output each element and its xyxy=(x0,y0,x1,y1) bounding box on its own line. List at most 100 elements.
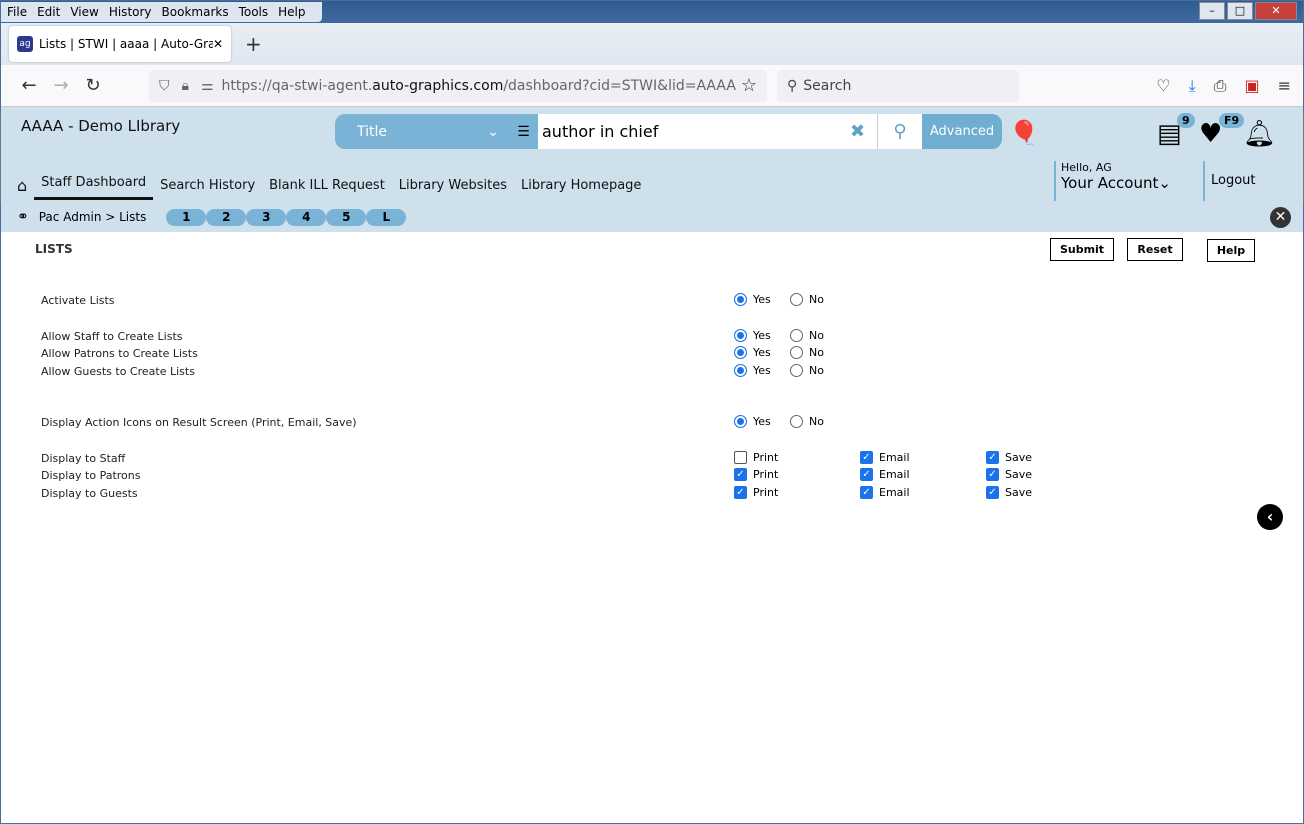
nav-library-homepage[interactable]: Library Homepage xyxy=(521,178,641,193)
radio-button[interactable] xyxy=(734,329,747,342)
menu-help[interactable]: Help xyxy=(278,5,305,19)
checkbox-save[interactable]: ✓ Save xyxy=(986,468,1032,481)
close-window-button[interactable]: ✕ xyxy=(1255,2,1297,20)
hot-air-balloon-icon[interactable]: 🎈 xyxy=(1009,119,1039,147)
menu-tools[interactable]: Tools xyxy=(239,5,269,19)
home-icon[interactable]: ⌂ xyxy=(17,176,27,195)
checkbox[interactable]: ✓ xyxy=(860,451,873,464)
database-icon[interactable]: ☰ xyxy=(509,114,538,149)
radio-no[interactable]: No xyxy=(790,415,824,428)
checkbox[interactable]: ✓ xyxy=(986,468,999,481)
checkbox-label: Print xyxy=(753,486,779,499)
reload-icon[interactable]: ↻ xyxy=(77,75,109,96)
radio-button[interactable] xyxy=(790,415,803,428)
setting-label: Display to Patrons xyxy=(41,469,141,482)
checkbox-print[interactable]: ✓ Print xyxy=(734,486,778,499)
menu-bookmarks[interactable]: Bookmarks xyxy=(162,5,229,19)
browser-tab[interactable]: ag Lists | STWI | aaaa | Auto-Graphi ✕ xyxy=(9,26,231,62)
radio-label: Yes xyxy=(753,346,771,359)
radio-button[interactable] xyxy=(734,415,747,428)
page-pill-4[interactable]: 4 xyxy=(286,208,327,226)
menu-edit[interactable]: Edit xyxy=(37,5,60,19)
radio-label: Yes xyxy=(753,329,771,342)
browser-search[interactable]: ⚲ Search xyxy=(777,69,1019,102)
close-icon[interactable]: ✕ xyxy=(1270,207,1291,228)
extension-icon[interactable]: ▣ xyxy=(1244,76,1259,96)
radio-yes[interactable]: Yes xyxy=(734,293,771,306)
search-icon[interactable]: ⚲ xyxy=(878,114,922,149)
reset-button[interactable]: Reset xyxy=(1127,238,1183,261)
checkbox-email[interactable]: ✓ Email xyxy=(860,451,910,464)
bookmark-star-icon[interactable]: ☆ xyxy=(741,75,757,96)
checkbox[interactable]: ✓ xyxy=(734,486,747,499)
radio-button[interactable] xyxy=(790,364,803,377)
help-button[interactable]: Help xyxy=(1207,239,1255,262)
url-bar[interactable]: ⛉ 🔒︎ ⚌ https://qa-stwi-agent. auto-graphi… xyxy=(149,69,767,102)
close-tab-icon[interactable]: ✕ xyxy=(213,37,223,51)
nav-library-websites[interactable]: Library Websites xyxy=(399,178,507,193)
checkbox[interactable]: ✓ xyxy=(860,468,873,481)
nav-search-history[interactable]: Search History xyxy=(160,178,255,193)
radio-yes[interactable]: Yes xyxy=(734,346,771,359)
radio-yes[interactable]: Yes xyxy=(734,329,771,342)
nav-staff-dashboard[interactable]: Staff Dashboard xyxy=(34,171,154,200)
menu-file[interactable]: File xyxy=(7,5,27,19)
checkbox[interactable] xyxy=(734,451,747,464)
account-menu[interactable]: Hello, AG Your Account⌄ xyxy=(1054,161,1171,201)
radio-button[interactable] xyxy=(734,293,747,306)
minimize-button[interactable]: – xyxy=(1199,2,1225,20)
maximize-button[interactable]: □ xyxy=(1227,2,1253,20)
logout-link[interactable]: Logout xyxy=(1203,161,1262,201)
radio-button[interactable] xyxy=(790,293,803,306)
menu-view[interactable]: View xyxy=(70,5,98,19)
breadcrumb-text[interactable]: Pac Admin > Lists xyxy=(39,210,147,224)
radio-no[interactable]: No xyxy=(790,293,824,306)
radio-yes[interactable]: Yes xyxy=(734,364,771,377)
new-tab-button[interactable]: + xyxy=(245,32,262,56)
link-icon: ⚭ xyxy=(17,209,29,225)
submit-button[interactable]: Submit xyxy=(1050,238,1114,261)
checkbox-email[interactable]: ✓ Email xyxy=(860,468,910,481)
search-type-value: Title xyxy=(357,123,388,140)
radio-button[interactable] xyxy=(790,346,803,359)
page-pill-1[interactable]: 1 xyxy=(166,208,207,226)
back-icon[interactable]: ← xyxy=(13,75,45,96)
search-input[interactable] xyxy=(538,114,838,149)
nav-blank-ill-request[interactable]: Blank ILL Request xyxy=(269,178,385,193)
chevron-left-icon[interactable]: ‹ xyxy=(1257,504,1283,530)
radio-button[interactable] xyxy=(734,364,747,377)
radio-button[interactable] xyxy=(790,329,803,342)
checkbox[interactable]: ✓ xyxy=(986,451,999,464)
clear-search-icon[interactable]: ✖ xyxy=(838,114,878,149)
checkbox-email[interactable]: ✓ Email xyxy=(860,486,910,499)
checkbox-print[interactable]: ✓ Print xyxy=(734,468,778,481)
checkbox[interactable]: ✓ xyxy=(986,486,999,499)
setting-label: Activate Lists xyxy=(41,294,115,307)
setting-label: Allow Patrons to Create Lists xyxy=(41,347,198,360)
page-pill-5[interactable]: 5 xyxy=(326,208,367,226)
radio-no[interactable]: No xyxy=(790,346,824,359)
page-pill-l[interactable]: L xyxy=(366,208,407,226)
bell-icon[interactable]: 🔔︎ xyxy=(1243,119,1276,149)
advanced-search-button[interactable]: Advanced xyxy=(922,114,1002,149)
radio-yes[interactable]: Yes xyxy=(734,415,771,428)
radio-no[interactable]: No xyxy=(790,329,824,342)
search-type-select[interactable]: Title ⌄ xyxy=(335,114,509,149)
forward-icon[interactable]: → xyxy=(45,75,77,96)
page-pill-2[interactable]: 2 xyxy=(206,208,247,226)
hamburger-menu-icon[interactable]: ≡ xyxy=(1278,76,1291,96)
checkbox-save[interactable]: ✓ Save xyxy=(986,486,1032,499)
checkbox[interactable]: ✓ xyxy=(734,468,747,481)
pocket-icon[interactable]: ♡ xyxy=(1156,76,1170,96)
checkbox-save[interactable]: ✓ Save xyxy=(986,451,1032,464)
radio-button[interactable] xyxy=(734,346,747,359)
menu-history[interactable]: History xyxy=(109,5,152,19)
setting-label: Allow Guests to Create Lists xyxy=(41,365,195,378)
download-icon[interactable]: ⤓ xyxy=(1189,76,1196,96)
checkbox-print[interactable]: Print xyxy=(734,451,778,464)
print-icon[interactable]: ⎙ xyxy=(1214,76,1227,96)
checkbox[interactable]: ✓ xyxy=(860,486,873,499)
radio-no[interactable]: No xyxy=(790,364,824,377)
page-pill-3[interactable]: 3 xyxy=(246,208,287,226)
search-icon: ⚲ xyxy=(787,77,798,94)
